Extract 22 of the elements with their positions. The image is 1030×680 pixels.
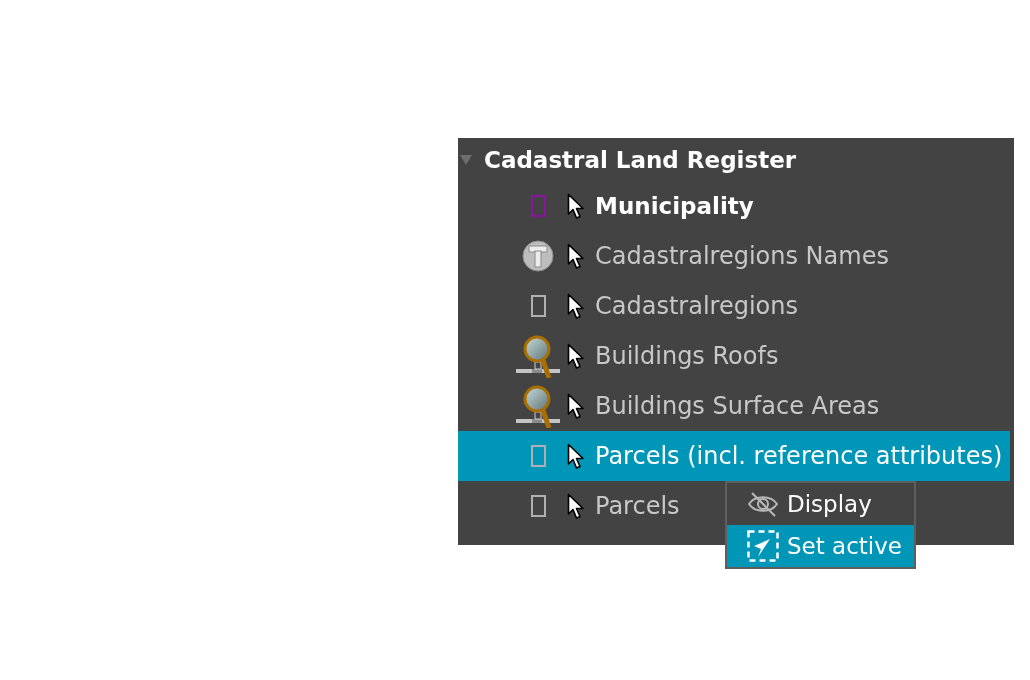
select-cursor-icon [747, 530, 779, 562]
cursor-icon [567, 192, 585, 220]
layer-row[interactable]: Municipality [458, 181, 760, 231]
cursor-icon [567, 442, 585, 470]
cursor-icon [567, 292, 585, 320]
layer-row[interactable]: Cadastralregions [458, 281, 804, 331]
layer-row[interactable]: Cadastralregions Names [458, 231, 895, 281]
eye-slash-icon [747, 491, 779, 517]
layer-row[interactable]: Buildings Roofs [458, 331, 785, 381]
cursor-icon [567, 492, 585, 520]
layer-row[interactable]: Parcels [458, 481, 686, 531]
cursor-icon [567, 242, 585, 270]
menu-item[interactable]: Set active [727, 525, 914, 567]
tree-group-header[interactable]: Cadastral Land Register [458, 138, 803, 181]
cursor-icon [567, 342, 585, 370]
letter-circle-icon [522, 240, 554, 272]
layer-row[interactable]: Buildings Surface Areas [458, 381, 886, 431]
layer-row[interactable]: Parcels (incl. reference attributes) [458, 431, 1010, 481]
cursor-icon [567, 392, 585, 420]
magnifier-icon [516, 334, 560, 378]
magnifier-icon [516, 384, 560, 428]
menu-item[interactable]: Display [727, 483, 914, 525]
